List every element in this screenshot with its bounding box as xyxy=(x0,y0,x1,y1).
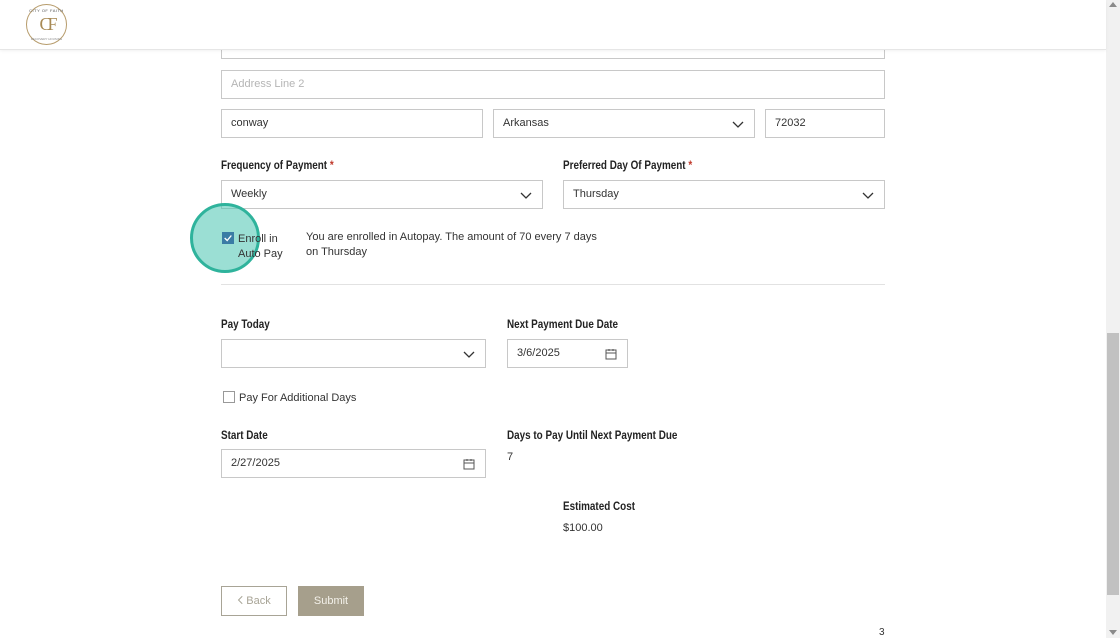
zip-field[interactable]: 72032 xyxy=(765,109,885,138)
required-mark: * xyxy=(688,160,693,172)
estimated-cost-label: Estimated Cost xyxy=(563,501,635,513)
city-field[interactable]: conway xyxy=(221,109,483,138)
logo-bottom-text: RECOVERY HOUSING xyxy=(30,37,63,41)
autopay-checkbox[interactable] xyxy=(222,232,234,244)
autopay-label-line2: Auto Pay xyxy=(238,248,283,260)
scrollbar-thumb[interactable] xyxy=(1107,333,1119,595)
chevron-down-icon xyxy=(520,192,532,199)
state-select[interactable]: Arkansas xyxy=(493,109,755,138)
vertical-scrollbar[interactable] xyxy=(1106,0,1120,638)
city-of-faith-logo[interactable]: CITY OF FAITH CF RECOVERY HOUSING xyxy=(26,4,67,45)
site-header: CITY OF FAITH CF RECOVERY HOUSING xyxy=(0,0,1106,50)
start-date-field[interactable]: 2/27/2025 xyxy=(221,449,486,478)
additional-days-checkbox[interactable] xyxy=(223,391,235,403)
logo-letters: CF xyxy=(39,14,57,34)
page-number: 3 xyxy=(879,627,885,638)
submit-button-label: Submit xyxy=(313,595,349,607)
calendar-icon[interactable] xyxy=(605,348,617,360)
section-divider xyxy=(221,284,885,285)
start-date-label: Start Date xyxy=(221,430,268,442)
address-line-2-field[interactable]: Address Line 2 xyxy=(221,70,885,99)
preferred-day-label: Preferred Day Of Payment * xyxy=(563,160,693,172)
frequency-label: Frequency of Payment * xyxy=(221,160,334,172)
required-mark: * xyxy=(329,160,334,172)
autopay-message-line1: You are enrolled in Autopay. The amount … xyxy=(306,231,597,243)
pay-today-select[interactable] xyxy=(221,339,486,368)
preferred-day-select[interactable]: Thursday xyxy=(563,180,885,209)
additional-days-label: Pay For Additional Days xyxy=(239,392,357,404)
days-until-label: Days to Pay Until Next Payment Due xyxy=(507,430,678,442)
autopay-label-line1: Enroll in xyxy=(238,233,278,245)
scroll-down-arrow-icon[interactable] xyxy=(1109,630,1117,635)
state-select-value: Arkansas xyxy=(503,117,549,129)
scroll-up-arrow-icon[interactable] xyxy=(1109,2,1117,7)
frequency-select[interactable]: Weekly xyxy=(221,180,543,209)
logo-ring-text: CITY OF FAITH xyxy=(29,8,64,13)
next-due-date-field[interactable]: 3/6/2025 xyxy=(507,339,628,368)
days-until-value: 7 xyxy=(507,451,514,463)
checkmark-icon xyxy=(224,235,232,242)
preferred-day-select-value: Thursday xyxy=(573,188,619,200)
back-button-label: Back xyxy=(246,595,271,607)
start-date-value: 2/27/2025 xyxy=(231,457,280,469)
chevron-down-icon xyxy=(463,351,475,358)
autopay-message-line2: on Thursday xyxy=(306,246,367,258)
submit-button[interactable]: Submit xyxy=(298,586,364,616)
pay-today-label: Pay Today xyxy=(221,319,270,331)
back-button[interactable]: Back xyxy=(221,586,287,616)
next-due-label: Next Payment Due Date xyxy=(507,319,619,331)
chevron-down-icon xyxy=(862,192,874,199)
frequency-select-value: Weekly xyxy=(231,188,267,200)
chevron-left-icon xyxy=(238,595,243,605)
estimated-cost-value: $100.00 xyxy=(563,522,603,534)
chevron-down-icon xyxy=(732,121,744,128)
calendar-icon[interactable] xyxy=(463,458,475,470)
next-due-date-value: 3/6/2025 xyxy=(517,347,560,359)
